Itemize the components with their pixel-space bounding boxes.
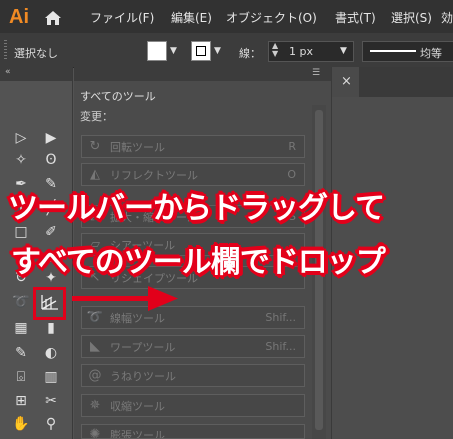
pucker-icon: ✵: [89, 398, 101, 413]
lasso-tool-icon[interactable]: ʘ: [40, 150, 62, 170]
panel-menu-icon[interactable]: ☰: [312, 68, 320, 78]
close-icon[interactable]: ×: [341, 74, 352, 89]
profile-label: 均等: [420, 47, 442, 60]
stroke-label: 線：: [239, 47, 261, 60]
graph-tool-icon[interactable]: ▥: [40, 367, 62, 387]
zoom-tool-icon[interactable]: ⚲: [40, 414, 62, 434]
list-item[interactable]: @ うねりツール: [81, 364, 305, 387]
drag-arrow-icon: [72, 286, 178, 311]
menu-edit[interactable]: 編集(E): [171, 9, 212, 26]
fill-swatch[interactable]: [147, 41, 167, 61]
warp-icon: ◣: [90, 339, 100, 354]
slice-tool-icon[interactable]: ✂: [40, 391, 62, 411]
artboard-tool-icon[interactable]: ⊞: [10, 391, 32, 411]
chevron-down-icon[interactable]: ▼: [340, 46, 347, 56]
panel-title: すべてのツール: [80, 90, 156, 103]
menu-effect[interactable]: 効: [441, 9, 453, 26]
chevron-down-icon[interactable]: ▼: [170, 46, 177, 56]
toolbar-header: [0, 67, 72, 81]
stepper-icon[interactable]: ▲ ▼: [272, 42, 278, 58]
symbol-sprayer-tool-icon[interactable]: ⌺: [10, 367, 32, 387]
bloat-icon: ✺: [89, 427, 101, 439]
width-tool-icon[interactable]: ➰: [10, 292, 32, 312]
menu-object[interactable]: オブジェクト(O): [226, 9, 317, 26]
panel-header: [74, 67, 331, 81]
app-logo: Ai: [9, 6, 29, 28]
caption-line-2: すべてのツール欄でドロップ: [11, 245, 386, 280]
direct-selection-tool-icon[interactable]: ▶: [40, 128, 62, 148]
list-item[interactable]: ↻ 回転ツール R: [81, 135, 305, 158]
reflect-icon: ◭: [90, 167, 100, 182]
hand-tool-icon[interactable]: ✋: [10, 414, 32, 434]
caption-line-1: ツールバーからドラッグして: [8, 191, 385, 226]
stroke-weight-value[interactable]: 1 px: [289, 45, 313, 58]
home-icon[interactable]: [44, 10, 62, 26]
magic-wand-tool-icon[interactable]: ✧: [10, 150, 32, 170]
twirl-icon: @: [88, 368, 102, 383]
list-item[interactable]: ◣ ワープツール Shif...: [81, 335, 305, 358]
collapse-icon[interactable]: «: [5, 67, 11, 77]
menu-type[interactable]: 書式(T): [335, 9, 376, 26]
blend-tool-icon[interactable]: ◐: [40, 343, 62, 363]
stroke-swatch[interactable]: [191, 41, 211, 61]
eyedropper-tool-icon[interactable]: ✎: [10, 343, 32, 363]
menu-file[interactable]: ファイル(F): [90, 9, 154, 26]
list-item[interactable]: ✺ 膨張ツール: [81, 424, 305, 439]
selection-tool-icon[interactable]: ▷: [10, 128, 32, 148]
group-label: 変更：: [80, 110, 113, 123]
mesh-tool-icon[interactable]: ▦: [10, 318, 32, 338]
profile-line-icon: [370, 50, 416, 52]
gradient-tool-icon[interactable]: ▮: [40, 318, 62, 338]
selection-status: 選択なし: [14, 47, 58, 60]
chevron-down-icon[interactable]: ▼: [214, 46, 221, 56]
menu-select[interactable]: 選択(S): [391, 9, 432, 26]
highlight-frame: [33, 287, 66, 320]
rotate-icon: ↻: [89, 139, 101, 154]
list-item[interactable]: ✵ 収縮ツール: [81, 394, 305, 417]
control-bar-grip[interactable]: [4, 40, 7, 60]
